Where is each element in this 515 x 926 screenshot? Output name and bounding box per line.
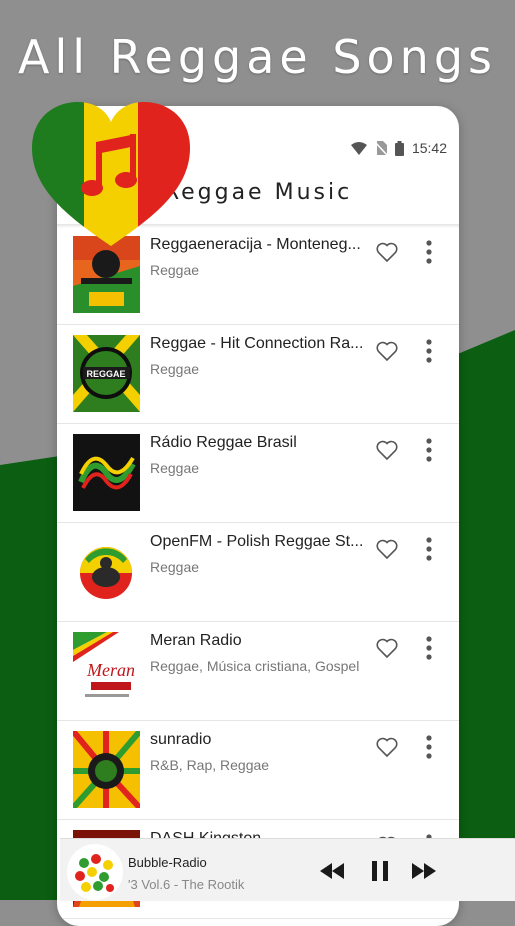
station-logo: Meran [73,632,140,709]
heart-outline-icon[interactable] [375,636,399,660]
more-vert-icon[interactable] [419,436,439,464]
mini-player[interactable]: Bubble-Radio '3 Vol.6 - The Rootik [60,838,515,901]
heart-outline-icon[interactable] [375,438,399,462]
pause-icon[interactable] [366,859,394,883]
station-genres: Reggae [150,262,200,278]
more-vert-icon[interactable] [419,634,439,662]
rewind-icon[interactable] [318,859,346,883]
station-genres: Reggae, Música cristiana, Gospel [150,658,360,674]
station-genres: Reggae [150,460,200,476]
heart-outline-icon[interactable] [375,735,399,759]
station-logo [73,434,140,511]
station-name: sunradio [150,731,212,748]
thumb-label: REGGAE [86,369,125,379]
now-playing-track: '3 Vol.6 - The Rootik [128,877,245,892]
thumb-label: Meran [86,660,135,680]
more-vert-icon[interactable] [419,733,439,761]
station-name: OpenFM - Polish Reggae St... [150,533,364,550]
status-time: 15:42 [411,140,447,156]
promo-headline: All Reggae Songs [17,30,498,84]
player-artwork [67,844,123,900]
battery-icon [394,140,404,156]
station-logo [73,731,140,808]
heart-outline-icon[interactable] [375,240,399,264]
station-logo [73,533,140,610]
no-sim-icon [374,141,387,155]
list-item[interactable]: sunradio R&B, Rap, Reggae [57,721,459,820]
list-item[interactable]: Rádio Reggae Brasil Reggae [57,424,459,523]
list-item[interactable]: REGGAE Reggae - Hit Connection Ra... Reg… [57,325,459,424]
station-name: Rádio Reggae Brasil [150,434,297,451]
station-genres: Reggae [150,361,200,377]
now-playing-station: Bubble-Radio [128,855,207,870]
more-vert-icon[interactable] [419,535,439,563]
station-genres: R&B, Rap, Reggae [150,757,270,773]
station-name: Meran Radio [150,632,242,649]
wifi-icon [350,141,367,155]
fast-forward-icon[interactable] [410,859,438,883]
more-vert-icon[interactable] [419,337,439,365]
station-genres: Reggae [150,559,200,575]
station-list: Reggaeneracija - Monteneg... Reggae REGG [57,226,459,919]
list-item[interactable]: OpenFM - Polish Reggae St... Reggae [57,523,459,622]
station-name: Reggae - Hit Connection Ra... [150,335,364,352]
more-vert-icon[interactable] [419,238,439,266]
list-item[interactable]: Meran Meran Radio Reggae, Música cristia… [57,622,459,721]
music-note-heart-icon [32,102,190,246]
heart-outline-icon[interactable] [375,339,399,363]
station-logo: REGGAE [73,335,140,412]
heart-outline-icon[interactable] [375,537,399,561]
